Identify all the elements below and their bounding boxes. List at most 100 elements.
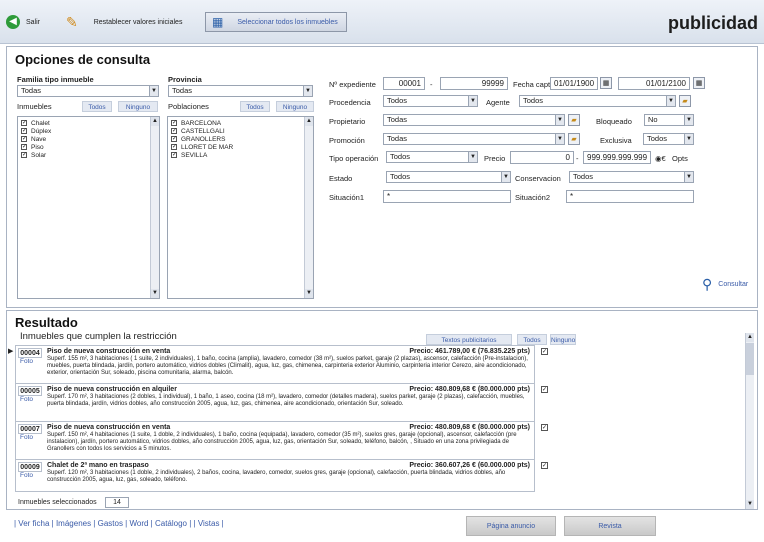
consultar-button[interactable]: ⚲ Consultar <box>702 276 748 293</box>
foto-link[interactable]: Foto <box>18 396 42 403</box>
chevron-down-icon: ▼ <box>666 96 675 106</box>
exit-button[interactable]: ◀ Salir <box>6 12 40 32</box>
inmuebles-list[interactable]: ✓ Chalet ✓ Dúplex ✓ Nave ✓ Piso ✓ Solar ▲ ▼ <box>17 116 160 299</box>
checkbox[interactable]: ✓ <box>171 128 177 134</box>
bloqueado-select[interactable]: No ▼ <box>644 114 694 126</box>
poblaciones-ninguno-button[interactable]: Ninguno <box>276 101 314 112</box>
textos-publicitarios-button[interactable]: Textos publicitarios <box>426 334 512 345</box>
calendar-icon[interactable]: ▦ <box>600 77 612 89</box>
reset-button[interactable]: ✎ Restablecer valores iniciales <box>66 12 182 32</box>
options-title: Opciones de consulta <box>15 52 151 67</box>
scroll-up-icon[interactable]: ▲ <box>305 117 313 126</box>
checkbox[interactable]: ✓ <box>171 136 177 142</box>
record-desc: Superf. 155 m², 3 habitaciones ( 1 suite… <box>47 356 528 377</box>
situacion1-input[interactable]: * <box>383 190 511 203</box>
currency-pts-radio[interactable]: Opts <box>672 154 688 163</box>
propietario-select[interactable]: Todas ▼ <box>383 114 565 126</box>
calendar-icon[interactable]: ▦ <box>693 77 705 89</box>
results-ninguno-button[interactable]: Ninguno <box>550 334 576 345</box>
scroll-down-icon[interactable]: ▼ <box>305 289 313 298</box>
precio-label: Precio <box>484 154 506 163</box>
revista-button[interactable]: Revista <box>564 516 656 536</box>
results-todos-button[interactable]: Todos <box>517 334 547 345</box>
list-item[interactable]: ✓ SEVILLA <box>168 151 313 159</box>
promocion-select[interactable]: Todas ▼ <box>383 133 565 145</box>
list-item[interactable]: ✓ Dúplex <box>18 127 159 135</box>
table-row[interactable]: 00009 Foto Chalet de 2ª mano en traspaso… <box>15 459 535 492</box>
record-price: Precio: 360.607,26 € (60.000.000 pts) <box>409 462 530 469</box>
list-item[interactable]: ✓ LLORET DE MAR <box>168 143 313 151</box>
procedencia-select[interactable]: Todos ▼ <box>383 95 478 107</box>
record-checkbox[interactable]: ✓ <box>541 424 548 431</box>
checkbox[interactable]: ✓ <box>21 120 27 126</box>
scrollbar[interactable]: ▲ ▼ <box>304 117 313 298</box>
record-price: Precio: 461.789,00 € (76.835.225 pts) <box>409 348 530 355</box>
list-item[interactable]: ✓ GRANOLLERS <box>168 135 313 143</box>
record-desc: Superf. 170 m², 3 habitaciones (2 dobles… <box>47 394 525 408</box>
checkbox[interactable]: ✓ <box>21 144 27 150</box>
poblaciones-label: Poblaciones <box>168 102 209 111</box>
foto-link[interactable]: Foto <box>18 358 42 365</box>
precio-to-input[interactable]: 999.999.999.999 <box>583 151 651 164</box>
checkbox[interactable]: ✓ <box>171 144 177 150</box>
tipo-operacion-label: Tipo operación <box>329 154 379 163</box>
currency-euro-radio[interactable]: ◉€ <box>655 154 666 163</box>
list-item[interactable]: ✓ Solar <box>18 151 159 159</box>
list-item[interactable]: ✓ CASTELLGALI <box>168 127 313 135</box>
tipo-operacion-select[interactable]: Todos ▼ <box>386 151 478 163</box>
family-select[interactable]: Todas ▼ <box>17 85 159 97</box>
table-row[interactable]: 00007 Foto Piso de nueva construcción en… <box>15 421 535 461</box>
inmuebles-todos-button[interactable]: Todos <box>82 101 112 112</box>
select-all-button[interactable]: ▦ Seleccionar todos los inmuebles <box>205 12 347 32</box>
inmuebles-ninguno-button[interactable]: Ninguno <box>118 101 158 112</box>
fecha-from-input[interactable]: 01/01/1900 <box>550 77 598 90</box>
back-arrow-icon: ◀ <box>6 15 20 29</box>
precio-from-input[interactable]: 0 <box>510 151 574 164</box>
footer-links[interactable]: | Ver ficha | Imágenes | Gastos | Word |… <box>14 519 224 528</box>
checkbox[interactable]: ✓ <box>21 152 27 158</box>
foto-link[interactable]: Foto <box>18 472 42 479</box>
list-item[interactable]: ✓ Nave <box>18 135 159 143</box>
fecha-to-input[interactable]: 01/01/2100 <box>618 77 690 90</box>
record-checkbox[interactable]: ✓ <box>541 348 548 355</box>
record-title: Piso de nueva construcción en venta <box>47 424 171 431</box>
scroll-down-icon[interactable]: ▼ <box>746 500 754 509</box>
checkbox[interactable]: ✓ <box>171 120 177 126</box>
results-scrollbar[interactable]: ▲ ▼ <box>745 333 754 509</box>
scrollbar[interactable]: ▲ ▼ <box>150 117 159 298</box>
scroll-thumb[interactable] <box>746 343 754 375</box>
scroll-up-icon[interactable]: ▲ <box>746 333 754 342</box>
checkbox[interactable]: ✓ <box>21 136 27 142</box>
list-item[interactable]: ✓ BARCELONA <box>168 119 313 127</box>
province-select[interactable]: Todas ▼ <box>168 85 313 97</box>
foto-link[interactable]: Foto <box>18 434 42 441</box>
checkbox[interactable]: ✓ <box>21 128 27 134</box>
poblaciones-list[interactable]: ✓ BARCELONA ✓ CASTELLGALI ✓ GRANOLLERS ✓ LLO… <box>167 116 314 299</box>
range-dash: - <box>576 154 579 163</box>
expediente-from-input[interactable]: 00001 <box>383 77 425 90</box>
record-checkbox[interactable]: ✓ <box>541 386 548 393</box>
agente-select[interactable]: Todos ▼ <box>519 95 676 107</box>
table-row[interactable]: 00004 Foto Piso de nueva construcción en… <box>15 345 535 384</box>
scroll-up-icon[interactable]: ▲ <box>151 117 159 126</box>
list-item[interactable]: ✓ Chalet <box>18 119 159 127</box>
pagina-anuncio-button[interactable]: Página anuncio <box>466 516 556 536</box>
estado-label: Estado <box>329 174 353 183</box>
conservacion-select[interactable]: Todos ▼ <box>569 171 694 183</box>
list-item[interactable]: ✓ Piso <box>18 143 159 151</box>
record-title: Chalet de 2ª mano en traspaso <box>47 462 149 469</box>
table-row[interactable]: 00005 Foto Piso de nueva construcción en… <box>15 383 535 423</box>
folder-icon[interactable]: ▰ <box>568 133 580 145</box>
agente-label: Agente <box>486 98 510 107</box>
expediente-to-input[interactable]: 99999 <box>440 77 508 90</box>
poblaciones-todos-button[interactable]: Todos <box>240 101 270 112</box>
folder-icon[interactable]: ▰ <box>568 114 580 126</box>
record-checkbox[interactable]: ✓ <box>541 462 548 469</box>
estado-select[interactable]: Todos ▼ <box>386 171 511 183</box>
situacion2-input[interactable]: * <box>566 190 694 203</box>
chevron-down-icon: ▼ <box>303 86 312 96</box>
exclusiva-select[interactable]: Todos ▼ <box>643 133 694 145</box>
scroll-down-icon[interactable]: ▼ <box>151 289 159 298</box>
checkbox[interactable]: ✓ <box>171 152 177 158</box>
folder-icon[interactable]: ▰ <box>679 95 691 107</box>
